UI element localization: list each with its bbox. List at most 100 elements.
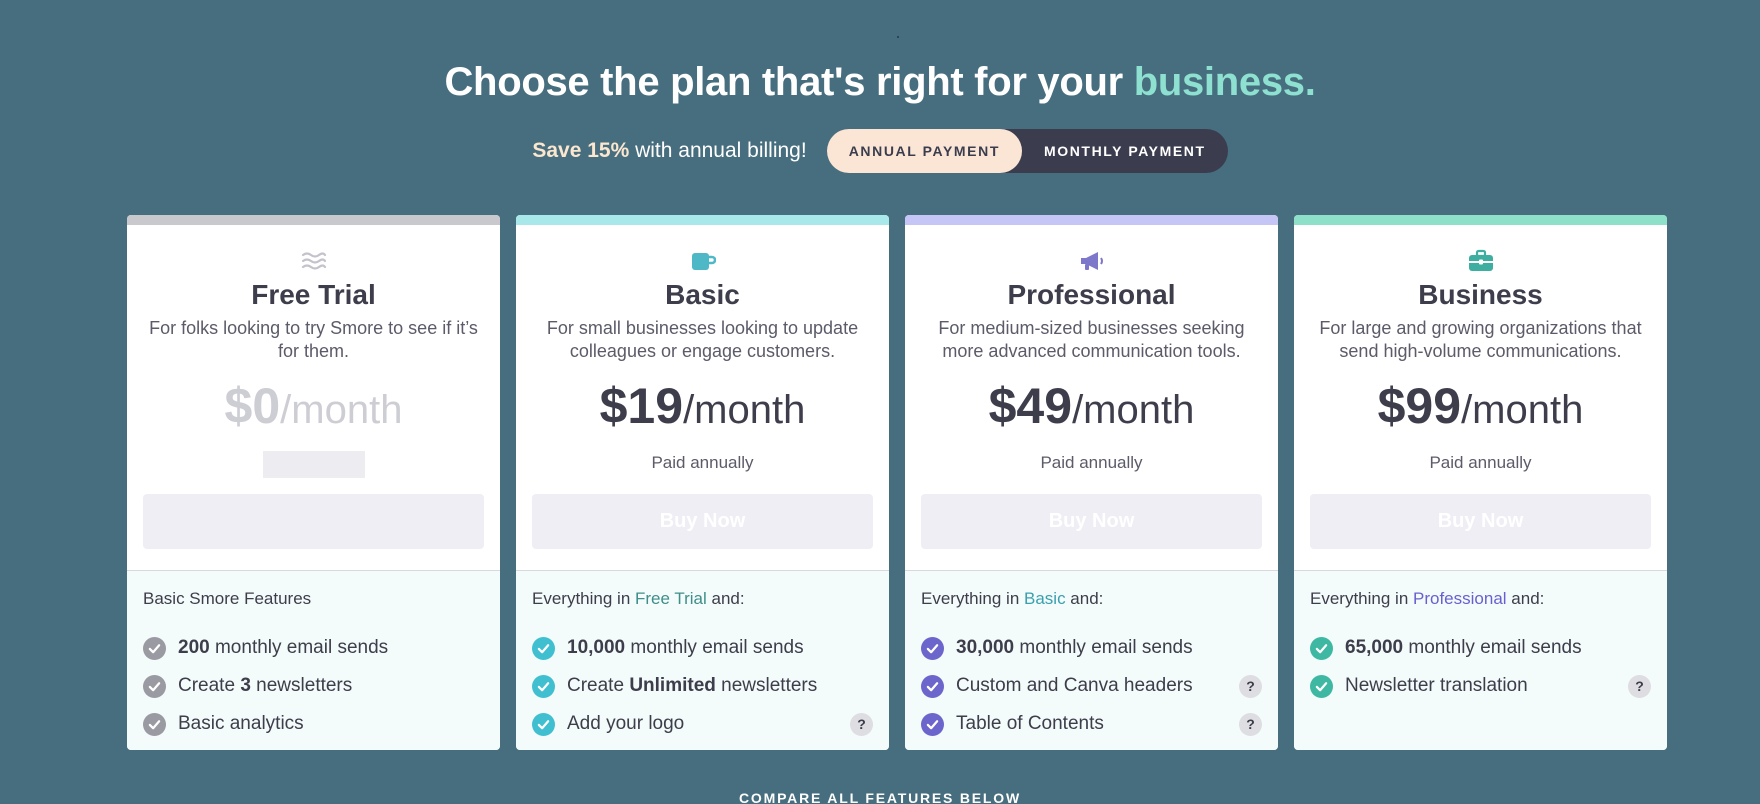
billing-toggle-row: Save 15% with annual billing! ANNUAL PAY… <box>0 129 1760 173</box>
feature-text: Add your logo <box>567 713 685 734</box>
price-period: /month <box>1072 388 1195 432</box>
feature-list: Everything in Professional and: 65,000 m… <box>1294 570 1667 750</box>
feature-bold: 3 <box>240 675 251 696</box>
feature-item: 200 monthly email sends <box>143 629 484 667</box>
briefcase-icon <box>1310 243 1651 279</box>
feature-text: Custom and Canva headers <box>956 675 1193 696</box>
check-icon <box>532 636 555 660</box>
annual-payment-button[interactable]: ANNUAL PAYMENT <box>826 129 1022 173</box>
feature-pre: Create <box>178 675 241 696</box>
megaphone-icon <box>921 243 1262 279</box>
help-icon[interactable]: ? <box>1239 712 1262 736</box>
plan-name: Free Trial <box>251 279 376 310</box>
feature-text: newsletters <box>715 675 818 696</box>
feature-bold: 200 <box>178 637 210 658</box>
mug-icon <box>532 243 873 279</box>
check-icon <box>1310 636 1333 660</box>
feature-text: monthly email sends <box>209 637 389 658</box>
feature-item: Basic analytics <box>143 705 484 743</box>
plan-price: $49/month <box>921 377 1262 439</box>
price-period: /month <box>683 388 806 432</box>
check-icon <box>143 712 166 736</box>
plan-name: Business <box>1418 279 1543 310</box>
check-icon <box>921 712 944 736</box>
feature-bold: Unlimited <box>629 675 716 696</box>
save-message: Save 15% with annual billing! <box>532 139 806 163</box>
business-buy-now-button[interactable]: Buy Now <box>1310 494 1651 549</box>
feature-item: Create 3 newsletters <box>143 667 484 705</box>
check-icon <box>532 674 555 698</box>
check-icon <box>143 636 166 660</box>
card-color-bar <box>905 215 1278 225</box>
decorative-dot <box>897 36 899 38</box>
page-headline: Choose the plan that's right for your bu… <box>0 60 1760 105</box>
intro-prefix: Everything in <box>921 589 1024 608</box>
feature-item: 65,000 monthly email sends <box>1310 629 1651 667</box>
save-percent: Save 15% <box>532 139 630 162</box>
feature-item: 10,000 monthly email sends <box>532 629 873 667</box>
feature-text: Newsletter translation <box>1345 675 1528 696</box>
check-icon <box>143 674 166 698</box>
help-icon[interactable]: ? <box>1239 674 1262 698</box>
price-amount: $0 <box>224 378 281 434</box>
intro-suffix: and: <box>1065 589 1104 608</box>
professional-buy-now-button[interactable]: Buy Now <box>921 494 1262 549</box>
price-period: /month <box>280 388 403 432</box>
plan-name: Professional <box>1007 279 1176 310</box>
features-intro: Basic Smore Features <box>143 589 312 608</box>
waves-icon <box>143 243 484 279</box>
feature-item: Create Unlimited newsletters <box>532 667 873 705</box>
feature-bold: 65,000 <box>1345 637 1404 658</box>
check-icon <box>921 636 944 660</box>
price-amount: $49 <box>988 378 1073 434</box>
plan-description: For large and growing organizations that… <box>1319 318 1642 361</box>
intro-plan-link: Basic <box>1024 589 1066 608</box>
plan-card-basic: Basic For small businesses looking to up… <box>516 215 889 750</box>
features-intro: Everything in Basic and: <box>921 589 1262 609</box>
feature-bold: 30,000 <box>956 637 1015 658</box>
intro-plan-link: Free Trial <box>635 589 707 608</box>
feature-item: Table of Contents ? <box>921 705 1262 743</box>
help-icon[interactable]: ? <box>850 712 873 736</box>
feature-text: monthly email sends <box>1014 637 1193 658</box>
feature-item: Newsletter translation ? <box>1310 667 1651 705</box>
plan-cards: Free Trial For folks looking to try Smor… <box>127 215 1667 750</box>
free-trial-button[interactable] <box>143 494 484 549</box>
check-icon <box>532 712 555 736</box>
paid-note-placeholder <box>262 451 365 478</box>
plan-price: $19/month <box>532 377 873 439</box>
feature-bold: 10,000 <box>567 637 626 658</box>
feature-text: Basic analytics <box>178 713 304 734</box>
paid-note: Paid annually <box>1040 453 1143 472</box>
feature-list: Basic Smore Features 200 monthly email s… <box>127 570 500 750</box>
headline-accent: business. <box>1133 60 1316 104</box>
feature-pre: Create <box>567 675 630 696</box>
feature-text: newsletters <box>250 675 353 696</box>
card-color-bar <box>516 215 889 225</box>
intro-plan-link: Professional <box>1413 589 1507 608</box>
basic-buy-now-button[interactable]: Buy Now <box>532 494 873 549</box>
feature-text: monthly email sends <box>1403 637 1582 658</box>
check-icon <box>921 674 944 698</box>
feature-text: Table of Contents <box>956 713 1104 734</box>
paid-note: Paid annually <box>651 453 754 472</box>
features-intro: Everything in Professional and: <box>1310 589 1651 609</box>
plan-name: Basic <box>665 279 740 310</box>
intro-suffix: and: <box>1506 589 1545 608</box>
intro-prefix: Everything in <box>532 589 635 608</box>
feature-list: Everything in Free Trial and: 10,000 mon… <box>516 570 889 750</box>
feature-item: Custom and Canva headers ? <box>921 667 1262 705</box>
feature-item: Add your logo ? <box>532 705 873 743</box>
price-period: /month <box>1461 388 1584 432</box>
feature-list: Everything in Basic and: 30,000 monthly … <box>905 570 1278 750</box>
plan-description: For small businesses looking to update c… <box>546 318 859 361</box>
save-rest: with annual billing! <box>629 139 807 162</box>
compare-features-link[interactable]: COMPARE ALL FEATURES BELOW <box>0 790 1760 804</box>
card-color-bar <box>127 215 500 225</box>
plan-card-business: Business For large and growing organizat… <box>1294 215 1667 750</box>
monthly-payment-button[interactable]: MONTHLY PAYMENT <box>1022 129 1228 173</box>
help-icon[interactable]: ? <box>1628 674 1651 698</box>
feature-text: monthly email sends <box>625 637 804 658</box>
feature-item: 30,000 monthly email sends <box>921 629 1262 667</box>
check-icon <box>1310 674 1333 698</box>
